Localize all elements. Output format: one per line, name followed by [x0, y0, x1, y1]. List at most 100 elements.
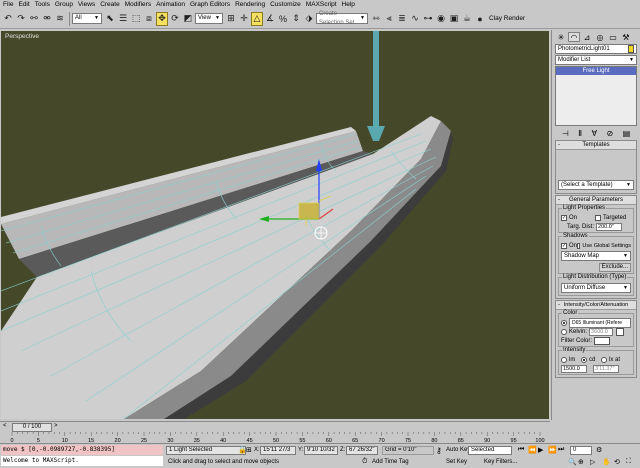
light-distribution-dropdown[interactable]: Uniform Diffuse ▼: [561, 283, 631, 293]
pan-icon[interactable]: ✋: [602, 458, 611, 466]
modifier-stack[interactable]: Free Light: [555, 66, 637, 126]
lx-radio[interactable]: [601, 356, 607, 363]
color-preset-dropdown[interactable]: D65 Illuminant (Refere: [569, 317, 631, 328]
layer-manager-icon[interactable]: ≣: [396, 12, 408, 26]
zoom-all-icon[interactable]: ⊕: [578, 458, 584, 466]
use-global-checkbox[interactable]: [577, 242, 581, 249]
orbit-icon[interactable]: ⟲: [614, 458, 620, 466]
exclude-button[interactable]: Exclude...: [598, 263, 631, 272]
time-tag-icon[interactable]: ⏱: [362, 458, 367, 466]
photometric-light-icon[interactable]: [314, 226, 328, 240]
kelvin-radio[interactable]: [561, 328, 567, 335]
render-setup-icon[interactable]: ▣: [448, 12, 460, 26]
display-tab-icon[interactable]: ▭: [607, 32, 619, 42]
menu-animation[interactable]: Animation: [156, 0, 185, 9]
menu-edit[interactable]: Edit: [18, 0, 29, 9]
prev-key-icon[interactable]: ⏪: [528, 446, 537, 454]
shadows-on-checkbox[interactable]: ✓: [561, 242, 567, 249]
light-on-checkbox[interactable]: ✓: [561, 214, 567, 221]
menu-group[interactable]: Group: [55, 0, 73, 9]
kelvin-input[interactable]: 3600.0: [589, 327, 614, 336]
template-dropdown[interactable]: (Select a Template) ▼: [558, 180, 634, 190]
intensity-input[interactable]: 1500.0: [561, 364, 587, 373]
key-selection-dropdown[interactable]: Selected: [468, 446, 512, 455]
templates-rollout-header[interactable]: - Templates: [556, 141, 636, 150]
menu-create[interactable]: Create: [100, 0, 120, 9]
undo-icon[interactable]: ↶: [2, 12, 14, 26]
select-and-rotate-icon[interactable]: ⟳: [169, 12, 181, 26]
snaps-toggle-icon[interactable]: △: [251, 11, 263, 26]
kelvin-color-swatch[interactable]: [616, 327, 625, 336]
redo-icon[interactable]: ↷: [15, 12, 27, 26]
reference-coordinate-dropdown[interactable]: View ▼: [195, 13, 223, 24]
key-mode-icon[interactable]: ⚷: [436, 446, 442, 455]
window-crossing-icon[interactable]: ⧈: [143, 12, 155, 26]
selection-filter-dropdown[interactable]: All ▼: [72, 13, 102, 24]
filter-color-swatch[interactable]: [594, 336, 611, 345]
goto-end-icon[interactable]: ⏭: [558, 446, 564, 454]
shadow-type-dropdown[interactable]: Shadow Map ▼: [561, 251, 631, 261]
spinner-snap-icon[interactable]: ⇕: [290, 12, 302, 26]
hierarchy-tab-icon[interactable]: ⊿: [581, 32, 593, 42]
targ-dist-input[interactable]: 200.0": [596, 222, 623, 231]
y-coordinate-input[interactable]: 9'10 10/32: [304, 446, 338, 455]
create-tab-icon[interactable]: ✳: [555, 32, 567, 42]
named-selection-icon[interactable]: ⬗: [303, 12, 315, 26]
modify-tab-icon[interactable]: ◠: [568, 32, 580, 42]
next-frame-icon[interactable]: >: [54, 423, 58, 429]
current-frame-input[interactable]: 0: [570, 446, 592, 455]
rectangular-selection-icon[interactable]: ⬚: [130, 12, 142, 26]
angle-snap-icon[interactable]: ∡: [264, 12, 276, 26]
clay-render-button[interactable]: Clay Render: [489, 15, 525, 22]
lx-distance-input[interactable]: 3'11.37": [593, 364, 619, 373]
cd-radio[interactable]: [581, 356, 587, 363]
maxscript-listener[interactable]: move $ [0,-0.0989727,-0.838395] Welcome …: [1, 445, 163, 467]
remove-modifier-icon[interactable]: ⊘: [607, 129, 614, 138]
menu-help[interactable]: Help: [342, 0, 355, 9]
show-end-result-icon[interactable]: Ⅱ: [578, 129, 582, 138]
material-editor-icon[interactable]: ◉: [435, 12, 447, 26]
configure-modifier-sets-icon[interactable]: ▤: [623, 129, 631, 138]
clay-render-icon[interactable]: ●: [474, 12, 486, 26]
pin-stack-icon[interactable]: ⊣: [562, 129, 569, 138]
percent-snap-icon[interactable]: %: [277, 12, 289, 26]
next-key-icon[interactable]: ⏩: [548, 446, 557, 454]
listener-output[interactable]: move $ [0,-0.0989727,-0.838395]: [1, 445, 163, 455]
menu-views[interactable]: Views: [78, 0, 95, 9]
stack-item-free-light[interactable]: Free Light: [556, 67, 636, 75]
x-coordinate-input[interactable]: 15'11 27/3: [260, 446, 296, 455]
select-object-icon[interactable]: ⬉: [104, 12, 116, 26]
curve-editor-icon[interactable]: ∿: [409, 12, 421, 26]
zoom-icon[interactable]: 🔍: [568, 458, 577, 466]
color-preset-radio[interactable]: [561, 319, 567, 326]
menu-tools[interactable]: Tools: [35, 0, 50, 9]
track-bar[interactable]: 0 5 10 15 20 25 30 35 40 45 50 55 60 65 70 75 80 85 90 95 10…: [0, 432, 550, 443]
motion-tab-icon[interactable]: ◎: [594, 32, 606, 42]
general-parameters-header[interactable]: - General Parameters: [556, 196, 636, 205]
utilities-tab-icon[interactable]: ⚒: [620, 32, 632, 42]
mirror-icon[interactable]: ⇿: [370, 12, 382, 26]
object-color-swatch[interactable]: [628, 45, 634, 53]
make-unique-icon[interactable]: ∀: [592, 129, 597, 138]
targeted-checkbox[interactable]: [595, 214, 601, 221]
absolute-mode-icon[interactable]: ⊞: [246, 446, 252, 454]
select-and-move-icon[interactable]: ✥: [156, 11, 168, 26]
menu-modifiers[interactable]: Modifiers: [125, 0, 151, 9]
modifier-list-dropdown[interactable]: Modifier List ▼: [555, 55, 637, 65]
select-by-name-icon[interactable]: ☰: [117, 12, 129, 26]
lm-radio[interactable]: [561, 356, 567, 363]
render-icon[interactable]: ☕: [461, 12, 473, 26]
intensity-color-header[interactable]: - Intensity/Color/Attenuation: [556, 301, 636, 310]
viewport-label[interactable]: Perspective: [5, 33, 39, 40]
viewport-scene[interactable]: [1, 31, 550, 420]
schematic-view-icon[interactable]: ⊶: [422, 12, 434, 26]
z-coordinate-input[interactable]: 67 26/32": [346, 446, 378, 455]
listener-input[interactable]: Welcome to MAXScript.: [1, 456, 163, 466]
bind-space-warp-icon[interactable]: ≋: [54, 12, 66, 26]
menu-maxscript[interactable]: MAXScript: [306, 0, 337, 9]
goto-start-icon[interactable]: ⏮: [518, 446, 524, 454]
auto-key-button[interactable]: Auto Key: [446, 447, 470, 453]
play-icon[interactable]: ▶: [538, 446, 543, 454]
select-and-scale-icon[interactable]: ◩: [182, 12, 194, 26]
object-name-field[interactable]: PhotometricLight01: [555, 44, 637, 54]
